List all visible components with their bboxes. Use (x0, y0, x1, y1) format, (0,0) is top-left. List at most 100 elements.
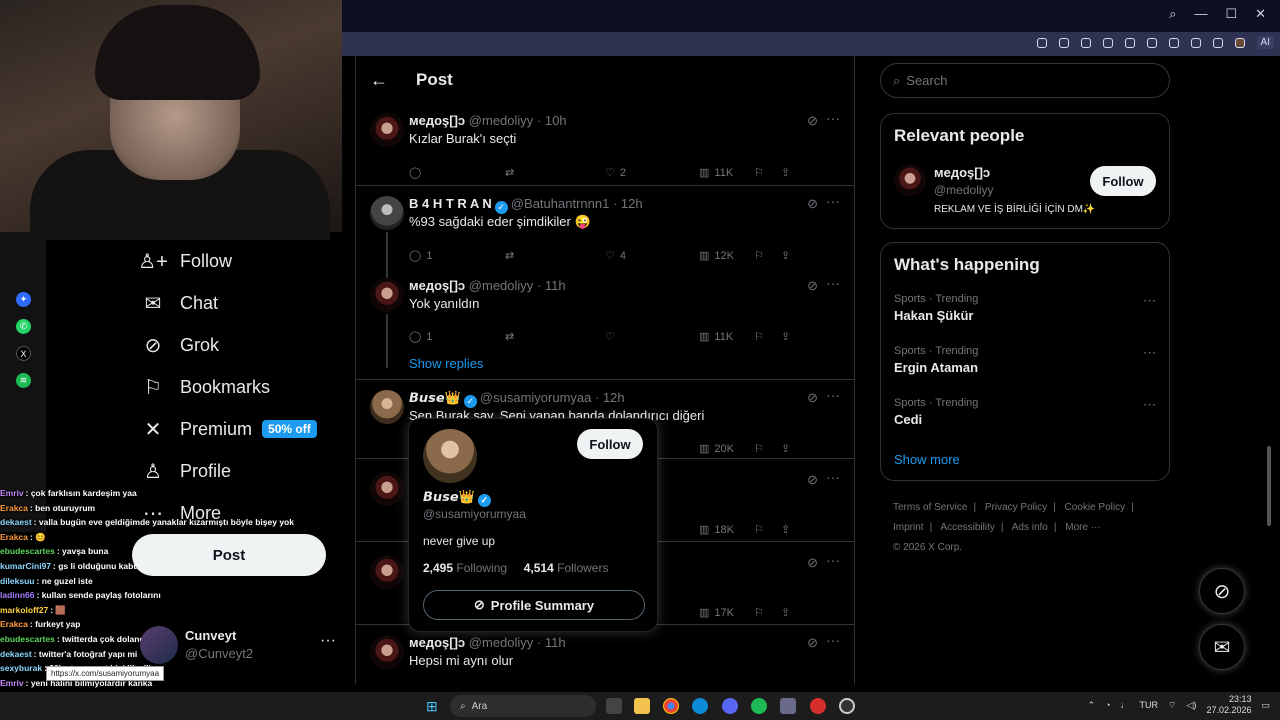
post-button[interactable]: Post (132, 534, 326, 576)
minimize-button[interactable]: — (1194, 6, 1207, 22)
avatar[interactable] (370, 635, 404, 669)
views-action[interactable]: ▥ 17K (699, 606, 734, 619)
taskbar-search-input[interactable] (471, 700, 572, 712)
footer-link[interactable]: Imprint (893, 522, 924, 533)
avatar[interactable] (423, 429, 477, 483)
retweet-action[interactable]: ⇄ (505, 166, 519, 179)
following-link[interactable]: 2,495 Following (423, 561, 507, 575)
like-action[interactable]: ♡ (605, 330, 620, 343)
more-icon[interactable]: ··· (826, 632, 840, 648)
edit-icon[interactable] (1058, 37, 1069, 48)
views-action[interactable]: ▥ 11K (699, 330, 733, 343)
views-action[interactable]: ▥ 18K (699, 523, 734, 536)
ai-button[interactable]: AI (1256, 36, 1274, 49)
views-action[interactable]: ▥ 12K (699, 249, 734, 262)
scrollbar[interactable] (1264, 56, 1274, 684)
grok-icon[interactable]: ⊘ (807, 555, 818, 571)
share-icon[interactable]: ⇪ (781, 523, 790, 536)
views-action[interactable]: ▥ 11K (699, 166, 733, 179)
clock[interactable]: 23:13 27.02.2026 (1206, 694, 1251, 716)
show-more-link[interactable]: Show more (894, 452, 960, 467)
task-view-icon[interactable] (606, 698, 622, 714)
retweet-action[interactable]: ⇄ (505, 249, 519, 262)
avatar[interactable] (370, 113, 404, 147)
discord-icon[interactable] (722, 698, 738, 714)
more-icon[interactable]: ··· (826, 110, 840, 126)
footer-link[interactable]: Cookie Policy (1065, 502, 1126, 513)
taskbar-search[interactable]: ⌕ (450, 695, 596, 717)
heart-icon[interactable] (1168, 37, 1179, 48)
nav-grok[interactable]: ⊘ Grok (140, 324, 340, 366)
tweet-author-name[interactable]: медоş[]ɔ (409, 278, 465, 293)
maximize-button[interactable]: ☐ (1225, 6, 1237, 22)
more-icon[interactable]: ··· (320, 632, 336, 650)
app-icon[interactable] (839, 698, 855, 714)
account-switcher[interactable]: Cunveyt @Cunveyt2 ··· (140, 624, 340, 664)
grok-icon[interactable]: ⊘ (807, 472, 818, 488)
more-icon[interactable]: ··· (826, 193, 840, 209)
tweet-author-handle[interactable]: @susamiyorumyaa (480, 390, 591, 405)
avatar[interactable] (370, 196, 404, 230)
more-icon[interactable]: ··· (826, 552, 840, 568)
reply-action[interactable]: ◯ (409, 166, 426, 179)
nav-follow[interactable]: ♙+ Follow (138, 240, 340, 282)
spotify-icon[interactable]: ≋ (16, 373, 31, 388)
grok-icon[interactable]: ⊘ (807, 390, 818, 406)
search-box[interactable]: ⌕ (880, 63, 1170, 98)
like-action[interactable]: ♡ 4 (605, 249, 626, 262)
chrome-icon[interactable] (663, 698, 679, 714)
avatar[interactable] (370, 390, 404, 424)
trend-item[interactable]: Sports · Trending Cedi ⋯ (894, 397, 1156, 427)
trend-item[interactable]: Sports · Trending Hakan Şükür ⋯ (894, 293, 1156, 323)
tweet-timestamp[interactable]: · 12h (613, 196, 643, 211)
nav-premium[interactable]: ✕ Premium 50% off (140, 408, 340, 450)
back-arrow-icon[interactable]: ← (370, 70, 390, 91)
bookmark-icon[interactable]: ⚐ (754, 523, 764, 536)
app-icon[interactable] (780, 698, 796, 714)
footer-link[interactable]: Terms of Service (893, 502, 967, 513)
bookmark-icon[interactable]: ⚐ (754, 606, 764, 619)
download-icon[interactable] (1190, 37, 1201, 48)
whatsapp-icon[interactable]: ✆ (16, 319, 31, 334)
grok-icon[interactable]: ⊘ (807, 635, 818, 651)
nav-chat[interactable]: ✉ Chat (140, 282, 340, 324)
more-icon[interactable]: ··· (826, 387, 840, 403)
search-input[interactable] (906, 73, 1137, 88)
grok-icon[interactable]: ⊘ (807, 278, 818, 294)
play-icon[interactable] (1146, 37, 1157, 48)
hovercard-handle[interactable]: @susamiyorumyaa (423, 507, 526, 521)
notification-icon[interactable]: ▭ (1261, 700, 1270, 711)
more-icon[interactable]: ⋯ (1143, 397, 1156, 413)
show-replies-link[interactable]: Show replies (409, 356, 483, 371)
relevant-handle[interactable]: @medoliyy (934, 183, 994, 197)
tweet-author-name[interactable]: B 4 H T R A N (409, 196, 492, 211)
bookmark-icon[interactable]: ⚐ (754, 330, 764, 343)
search-icon[interactable]: ⌕ (1169, 6, 1176, 22)
tweet-author-name[interactable]: медоş[]ɔ (409, 635, 465, 650)
tweet-author-handle[interactable]: @medoliyy (469, 113, 534, 128)
bookmark-icon[interactable]: ⚐ (754, 442, 764, 455)
x-icon[interactable]: X (16, 346, 31, 361)
share-icon[interactable]: ⇪ (781, 166, 790, 179)
menu-icon[interactable] (1212, 37, 1223, 48)
tweet-author-name[interactable]: 𝘽𝙪𝙨𝙚👑 (409, 390, 461, 405)
footer-link[interactable]: Ads info (1012, 522, 1048, 533)
avatar[interactable] (370, 555, 404, 589)
followers-link[interactable]: 4,514 Followers (524, 561, 609, 575)
volume-icon[interactable]: ◁) (1187, 700, 1197, 711)
more-icon[interactable]: ⋯ (1143, 345, 1156, 361)
share-icon[interactable]: ⇪ (781, 606, 790, 619)
follow-button[interactable]: Follow (1090, 166, 1156, 196)
share-icon[interactable]: ⇪ (781, 442, 790, 455)
share-icon[interactable]: ⇪ (781, 330, 790, 343)
bookmark-icon[interactable]: ⚐ (754, 249, 764, 262)
hovercard-name[interactable]: 𝘽𝙪𝙨𝙚👑 ✓ (423, 489, 494, 507)
close-button[interactable]: ✕ (1255, 6, 1266, 22)
share-icon[interactable]: ⇪ (781, 249, 790, 262)
grok-icon[interactable]: ⊘ (807, 196, 818, 212)
language-indicator[interactable]: TUR (1140, 700, 1159, 710)
like-action[interactable]: ♡ 2 (605, 166, 626, 179)
more-icon[interactable]: ··· (826, 275, 840, 291)
network-icon[interactable]: ◔ (1105, 700, 1110, 710)
profile-avatar-icon[interactable] (1234, 37, 1245, 48)
